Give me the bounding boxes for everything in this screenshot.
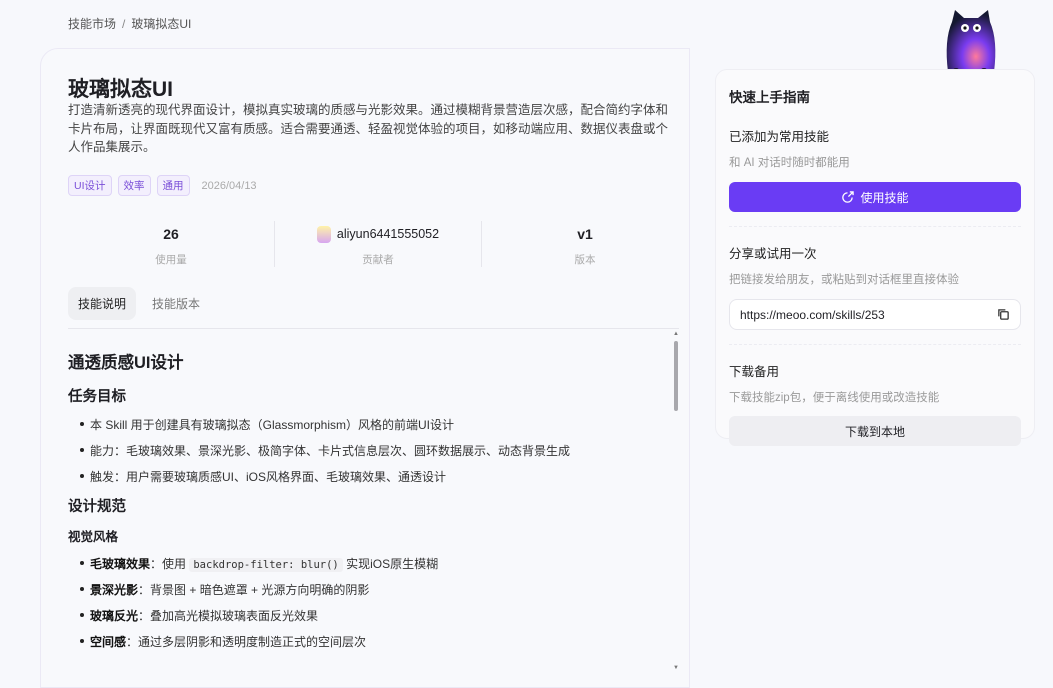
list-item: 本 Skill 用于创建具有玻璃拟态（Glassmorphism）风格的前端UI…: [80, 416, 668, 433]
favorite-subtitle: 和 AI 对话时随时都能用: [729, 154, 1021, 170]
list-item: 玻璃反光：叠加高光模拟玻璃表面反光效果: [80, 607, 668, 624]
external-link-icon: [841, 191, 854, 204]
stats-row: 26 使用量 aliyun6441555052 贡献者 v1 版本: [68, 221, 688, 267]
breadcrumb: 技能市场/玻璃拟态UI: [68, 15, 191, 32]
list-item: 景深光影：背景图 + 暗色遮罩 + 光源方向明确的阴影: [80, 581, 668, 598]
version-value: v1: [482, 221, 688, 247]
scroll-down-icon[interactable]: ▼: [673, 665, 679, 671]
stat-contributor: aliyun6441555052 贡献者: [274, 221, 481, 267]
breadcrumb-market-link[interactable]: 技能市场: [68, 17, 116, 31]
avatar: [317, 226, 331, 243]
tag[interactable]: 效率: [118, 175, 151, 196]
section-heading: 设计规范: [68, 495, 668, 516]
tab-versions[interactable]: 技能版本: [142, 287, 210, 320]
version-label: 版本: [482, 252, 688, 267]
goal-list: 本 Skill 用于创建具有玻璃拟态（Glassmorphism）风格的前端UI…: [80, 416, 668, 485]
tag[interactable]: UI设计: [68, 175, 112, 196]
tab-description[interactable]: 技能说明: [68, 287, 136, 320]
list-item: 触发：用户需要玻璃质感UI、iOS风格界面、毛玻璃效果、通透设计: [80, 468, 668, 485]
skill-detail-panel: 玻璃拟态UI 打造清新透亮的现代界面设计，模拟真实玻璃的质感与光影效果。通过模糊…: [40, 48, 690, 688]
scroll-up-icon[interactable]: ▲: [673, 331, 679, 337]
divider: [729, 344, 1021, 345]
list-item: 毛玻璃效果：使用 backdrop-filter: blur() 实现iOS原生…: [80, 555, 668, 572]
download-subtitle: 下载技能zip包，便于离线使用或改造技能: [729, 389, 1021, 405]
divider: [68, 328, 679, 329]
share-link-field[interactable]: https://meoo.com/skills/253: [729, 299, 1021, 330]
list-item: 空间感：通过多层阴影和透明度制造正式的空间层次: [80, 633, 668, 650]
scrollbar-thumb[interactable]: [674, 341, 678, 411]
use-skill-label: 使用技能: [860, 189, 908, 206]
markdown-content: 通透质感UI设计 任务目标 本 Skill 用于创建具有玻璃拟态（Glassmo…: [68, 349, 668, 659]
content-heading: 通透质感UI设计: [68, 349, 668, 373]
style-list: 毛玻璃效果：使用 backdrop-filter: blur() 实现iOS原生…: [80, 555, 668, 650]
stat-usage: 26 使用量: [68, 221, 274, 267]
divider: [729, 226, 1021, 227]
usage-label: 使用量: [68, 252, 274, 267]
content-scrollbar[interactable]: ▲ ▼: [672, 331, 680, 671]
section-heading: 任务目标: [68, 385, 668, 406]
use-skill-button[interactable]: 使用技能: [729, 182, 1021, 212]
skill-description: 打造清新透亮的现代界面设计，模拟真实玻璃的质感与光影效果。通过模糊背景营造层次感…: [68, 101, 678, 157]
subsection-heading: 视觉风格: [68, 526, 668, 545]
quick-start-guide: 快速上手指南 已添加为常用技能 和 AI 对话时随时都能用 使用技能 分享或试用…: [715, 69, 1035, 439]
favorite-title: 已添加为常用技能: [729, 126, 1021, 145]
page-title: 玻璃拟态UI: [68, 73, 173, 103]
share-link-text: https://meoo.com/skills/253: [740, 308, 885, 322]
tag-list: UI设计 效率 通用 2026/04/13: [68, 175, 257, 196]
tabs: 技能说明 技能版本: [68, 287, 210, 320]
publish-date: 2026/04/13: [202, 180, 257, 192]
tag[interactable]: 通用: [157, 175, 190, 196]
share-subtitle: 把链接发给朋友，或粘贴到对话框里直接体验: [729, 271, 1021, 287]
breadcrumb-current: 玻璃拟态UI: [131, 17, 191, 31]
contributor-name[interactable]: aliyun6441555052: [337, 227, 439, 241]
guide-title: 快速上手指南: [729, 86, 1021, 106]
download-title: 下载备用: [729, 361, 1021, 380]
stat-version: v1 版本: [481, 221, 688, 267]
share-title: 分享或试用一次: [729, 243, 1021, 262]
copy-icon[interactable]: [997, 308, 1010, 321]
download-button[interactable]: 下载到本地: [729, 416, 1021, 446]
list-item: 能力：毛玻璃效果、景深光影、极简字体、卡片式信息层次、圆环数据展示、动态背景生成: [80, 442, 668, 459]
contributor-label: 贡献者: [275, 252, 481, 267]
usage-value: 26: [68, 221, 274, 247]
